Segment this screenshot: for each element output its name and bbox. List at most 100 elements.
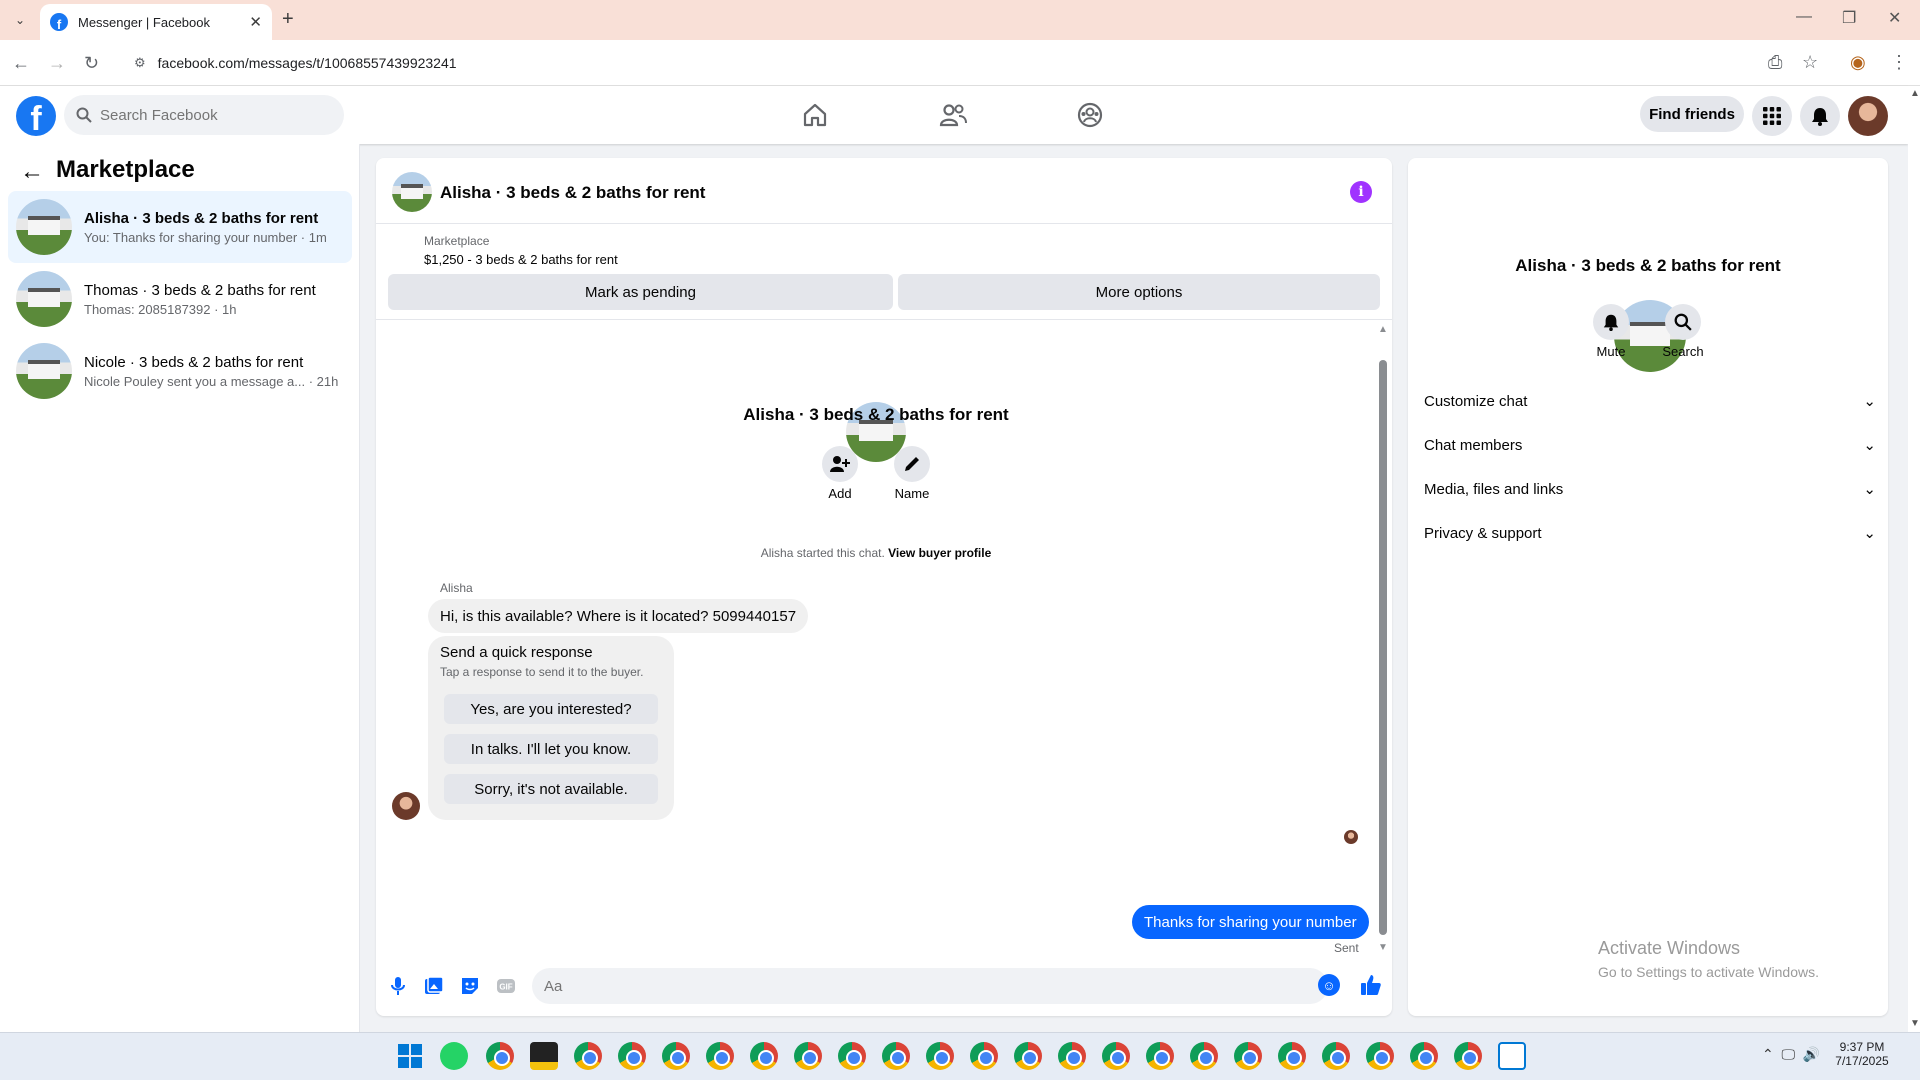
chrome-icon[interactable] [882, 1042, 910, 1070]
find-friends-button[interactable]: Find friends [1640, 96, 1744, 132]
photo-icon[interactable] [422, 974, 446, 998]
back-arrow-icon[interactable]: ← [20, 158, 44, 186]
chrome-icon[interactable] [794, 1042, 822, 1070]
site-info-icon[interactable]: ⚙ [134, 55, 146, 71]
page-scroll-up-icon[interactable]: ▲ [1910, 88, 1920, 99]
chat-header-thumbnail[interactable] [392, 172, 432, 212]
home-icon[interactable] [795, 100, 835, 130]
quick-response-button[interactable]: Yes, are you interested? [444, 694, 658, 724]
chrome-icon[interactable] [1322, 1042, 1350, 1070]
microphone-icon[interactable] [386, 974, 410, 998]
search-in-chat-button[interactable] [1665, 304, 1701, 340]
chrome-icon[interactable] [1410, 1042, 1438, 1070]
chrome-icon[interactable] [1146, 1042, 1174, 1070]
notifications-bell-icon[interactable] [1800, 96, 1840, 136]
snipping-tool-icon[interactable] [1498, 1042, 1526, 1070]
mute-button[interactable] [1593, 304, 1629, 340]
whatsapp-icon[interactable] [440, 1042, 468, 1070]
close-window-icon[interactable]: ✕ [1888, 8, 1901, 28]
chrome-icon[interactable] [662, 1042, 690, 1070]
omnibox[interactable]: ⚙ facebook.com/messages/t/10068557439923… [122, 48, 1782, 78]
chrome-icon[interactable] [706, 1042, 734, 1070]
chrome-icon[interactable] [750, 1042, 778, 1070]
friends-icon[interactable] [933, 100, 973, 130]
profile-avatar[interactable] [1848, 96, 1888, 136]
privacy-support-section[interactable]: Privacy & support ⌄ [1424, 515, 1876, 551]
customize-chat-section[interactable]: Customize chat ⌄ [1424, 383, 1876, 419]
chat-scrollbar-thumb[interactable] [1379, 360, 1387, 935]
chrome-icon[interactable] [838, 1042, 866, 1070]
activate-windows-title: Activate Windows [1598, 938, 1741, 958]
back-icon[interactable]: ← [12, 53, 30, 74]
conversation-preview: Thomas: 2085187392 · 1h [84, 301, 237, 317]
chrome-icon[interactable] [486, 1042, 514, 1070]
facebook-logo-icon[interactable]: f [16, 96, 56, 136]
system-tray-icons[interactable]: ⌃ 🖵 🔊 [1762, 1046, 1820, 1063]
conversation-item[interactable]: Alisha · 3 beds & 2 baths for rent You: … [8, 191, 352, 263]
minimize-icon[interactable]: — [1796, 8, 1812, 26]
menu-grid-icon[interactable] [1752, 96, 1792, 136]
page-scrollbar[interactable] [1908, 86, 1920, 1032]
scroll-down-icon[interactable]: ▼ [1378, 942, 1388, 953]
menu-dots-icon[interactable]: ⋮ [1890, 52, 1908, 73]
section-label: Chat members [1424, 436, 1523, 454]
chrome-icon[interactable] [1014, 1042, 1042, 1070]
incoming-message[interactable]: Hi, is this available? Where is it locat… [428, 599, 809, 633]
chrome-icon[interactable] [1234, 1042, 1262, 1070]
chrome-icon[interactable] [926, 1042, 954, 1070]
sticky-notes-icon[interactable] [530, 1042, 558, 1070]
quick-response-button[interactable]: In talks. I'll let you know. [444, 734, 658, 764]
chrome-icon[interactable] [574, 1042, 602, 1070]
chrome-icon[interactable] [1366, 1042, 1394, 1070]
more-options-button[interactable]: More options [898, 274, 1380, 310]
chat-header-title[interactable]: Alisha · 3 beds & 2 baths for rent [440, 183, 705, 203]
chrome-icon[interactable] [970, 1042, 998, 1070]
forward-icon[interactable]: → [48, 53, 66, 74]
mark-as-pending-button[interactable]: Mark as pending [388, 274, 893, 310]
browser-tab[interactable]: f Messenger | Facebook ✕ [40, 4, 272, 40]
emoji-icon[interactable]: ☺ [1318, 974, 1340, 996]
listing-thumbnail [16, 271, 72, 327]
chrome-icon[interactable] [1058, 1042, 1086, 1070]
chat-members-section[interactable]: Chat members ⌄ [1424, 427, 1876, 463]
section-label: Media, files and links [1424, 480, 1564, 498]
listing-price-title[interactable]: $1,250 - 3 beds & 2 baths for rent [424, 252, 618, 267]
profile-icon[interactable]: ◉ [1850, 52, 1866, 73]
sender-avatar[interactable] [392, 792, 420, 820]
page-scroll-down-icon[interactable]: ▼ [1910, 1018, 1920, 1029]
media-files-links-section[interactable]: Media, files and links ⌄ [1424, 471, 1876, 507]
chrome-icon[interactable] [1190, 1042, 1218, 1070]
reload-icon[interactable]: ↻ [84, 53, 99, 74]
clock-date: 7/17/2025 [1835, 1054, 1889, 1068]
bookmark-star-icon[interactable]: ☆ [1802, 52, 1818, 73]
taskbar-clock[interactable]: 9:37 PM 7/17/2025 [1832, 1040, 1892, 1068]
chrome-icon[interactable] [618, 1042, 646, 1070]
conversation-item[interactable]: Nicole · 3 beds & 2 baths for rent Nicol… [8, 335, 352, 407]
quick-response-button[interactable]: Sorry, it's not available. [444, 774, 658, 804]
bell-icon [1603, 314, 1619, 331]
add-people-button[interactable] [822, 446, 858, 482]
gif-icon[interactable]: GIF [494, 974, 518, 998]
new-tab-icon[interactable]: + [282, 8, 294, 31]
chrome-icon[interactable] [1454, 1042, 1482, 1070]
sticker-icon[interactable] [458, 974, 482, 998]
scroll-up-icon[interactable]: ▲ [1378, 324, 1388, 335]
restore-icon[interactable]: ❐ [1842, 8, 1856, 28]
conversation-info-icon[interactable]: i [1350, 181, 1372, 203]
tab-close-icon[interactable]: ✕ [249, 13, 262, 31]
outgoing-message[interactable]: Thanks for sharing your number [1132, 905, 1369, 939]
facebook-search-input[interactable] [100, 106, 320, 124]
groups-icon[interactable] [1070, 100, 1110, 130]
tab-list-chevron-icon[interactable]: ⌄ [8, 8, 32, 32]
message-input[interactable] [544, 977, 1244, 995]
install-app-icon[interactable]: ⎙ [1768, 52, 1782, 73]
conversation-item[interactable]: Thomas · 3 beds & 2 baths for rent Thoma… [8, 263, 352, 335]
facebook-search[interactable] [64, 95, 344, 135]
name-chat-button[interactable] [894, 446, 930, 482]
chrome-icon[interactable] [1102, 1042, 1130, 1070]
thumbs-up-icon[interactable] [1358, 972, 1384, 998]
view-buyer-profile-link[interactable]: View buyer profile [888, 546, 991, 560]
windows-start-icon[interactable] [398, 1044, 422, 1068]
message-composer[interactable] [532, 968, 1328, 1004]
chrome-icon[interactable] [1278, 1042, 1306, 1070]
